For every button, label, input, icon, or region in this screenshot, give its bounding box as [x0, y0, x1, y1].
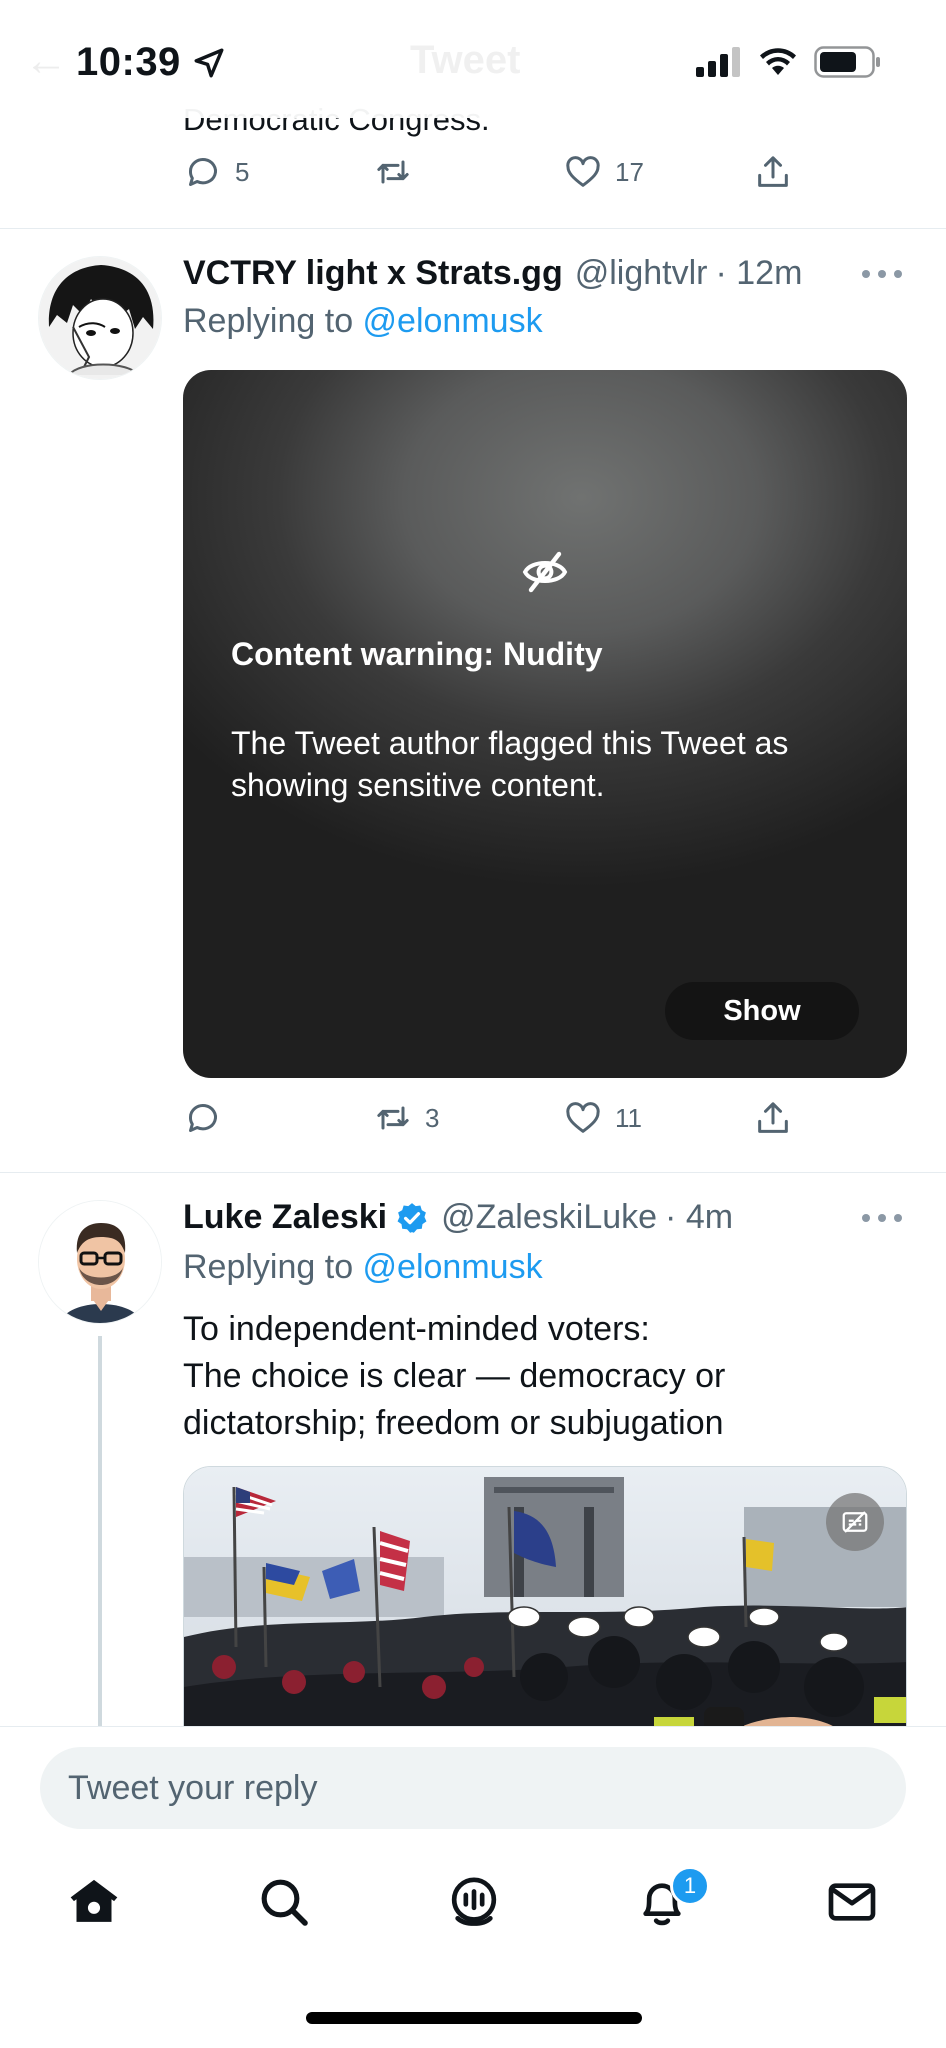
author-handle[interactable]: @ZaleskiLuke: [441, 1198, 657, 1237]
content-warning-title: Content warning: Nudity: [231, 636, 603, 672]
retweet-button[interactable]: 3: [373, 1098, 563, 1138]
battery-icon: [814, 46, 880, 78]
anime-avatar-image: [39, 257, 161, 379]
divider: [0, 228, 946, 229]
tweet-reply-input[interactable]: [40, 1747, 906, 1829]
thread-connector: [98, 1336, 102, 1726]
tweet-actions: 3 11: [183, 1098, 943, 1138]
header-title: Tweet: [410, 38, 521, 82]
dot-icon: [862, 270, 870, 278]
mention-link[interactable]: @elonmusk: [363, 302, 543, 340]
heart-icon: [566, 1102, 600, 1133]
tweet-text-line: The choice is clear — democracy or: [183, 1357, 726, 1395]
more-options-button[interactable]: [862, 268, 902, 280]
home-icon: [70, 1879, 118, 1922]
tab-home[interactable]: [62, 1870, 126, 1934]
author-name[interactable]: VCTRY light x Strats.gg: [183, 254, 563, 293]
spaces-icon: [451, 1877, 497, 1926]
tab-spaces[interactable]: [442, 1870, 506, 1934]
retweet-icon: [377, 160, 409, 184]
more-options-button[interactable]: [862, 1212, 902, 1224]
heart-icon: [566, 156, 600, 187]
mail-icon: [828, 1883, 876, 1921]
author-name[interactable]: Luke Zaleski: [183, 1198, 387, 1237]
home-indicator[interactable]: [306, 2012, 642, 2024]
reply-icon: [188, 1104, 217, 1132]
dot-icon: [878, 270, 886, 278]
reply-icon: [188, 158, 217, 186]
dot-icon: [878, 1214, 886, 1222]
reply-button[interactable]: 5: [183, 152, 373, 192]
retweet-icon: [377, 1106, 409, 1130]
status-icons: [696, 46, 882, 78]
tweet-text-line: dictatorship; freedom or subjugation: [183, 1404, 724, 1442]
mention-link[interactable]: @elonmusk: [363, 1248, 543, 1286]
content-warning-card: Content warning: Nudity The Tweet author…: [183, 370, 907, 1078]
retweet-button[interactable]: [373, 152, 563, 192]
reply-button[interactable]: [183, 1098, 373, 1138]
retweet-count: 3: [425, 1102, 440, 1133]
location-arrow-icon: [194, 48, 224, 78]
author-handle[interactable]: @lightvlr: [575, 254, 708, 293]
share-icon: [758, 1102, 788, 1133]
tab-search[interactable]: [252, 1870, 316, 1934]
replying-to-prefix: Replying to: [183, 1248, 363, 1286]
tweet-author-line: VCTRY light x Strats.gg @lightvlr · 12m: [183, 254, 802, 293]
like-count: 11: [615, 1102, 642, 1133]
cellular-signal-icon: [696, 47, 740, 77]
search-icon: [261, 1879, 308, 1926]
divider: [0, 1172, 946, 1173]
content-warning-body: The Tweet author flagged this Tweet as s…: [231, 725, 789, 803]
previous-tweet-actions: 5 17: [183, 152, 943, 192]
dot-icon: [894, 1214, 902, 1222]
like-count: 17: [615, 156, 644, 187]
captions-icon: [842, 1511, 868, 1533]
man-glasses-avatar-image: [39, 1201, 161, 1323]
back-button[interactable]: ←: [24, 36, 68, 86]
dot-icon: [894, 270, 902, 278]
like-button[interactable]: 11: [563, 1098, 753, 1138]
like-button[interactable]: 17: [563, 152, 753, 192]
tab-messages[interactable]: [820, 1870, 884, 1934]
tweet-author-line: Luke Zaleski @ZaleskiLuke · 4m: [183, 1198, 733, 1237]
replying-to-prefix: Replying to: [183, 302, 363, 340]
bottom-tab-bar: 1: [0, 1866, 946, 1950]
video-captions-button[interactable]: [826, 1493, 884, 1551]
show-button[interactable]: Show: [665, 982, 859, 1040]
status-time: 10:39: [76, 40, 181, 84]
eye-slash-icon: [522, 551, 568, 593]
tweet-text: To independent-minded voters: The choice…: [183, 1306, 923, 1447]
wifi-icon: [760, 48, 796, 75]
share-icon: [758, 156, 788, 187]
reply-count: 5: [235, 156, 250, 187]
avatar[interactable]: [38, 1200, 162, 1324]
status-bar: ← Tweet 10:39: [0, 0, 946, 118]
avatar[interactable]: [38, 256, 162, 380]
replying-to: Replying to @elonmusk: [183, 302, 543, 341]
tweet-text-line: To independent-minded voters:: [183, 1310, 650, 1348]
verified-badge-icon: [397, 1202, 427, 1233]
dot-icon: [862, 1214, 870, 1222]
share-button[interactable]: [753, 152, 943, 192]
tweet-time: · 12m: [715, 254, 803, 292]
notifications-badge: 1: [670, 1866, 710, 1906]
share-button[interactable]: [753, 1098, 943, 1138]
tweet-time: · 4m: [665, 1198, 734, 1236]
replying-to: Replying to @elonmusk: [183, 1248, 543, 1287]
